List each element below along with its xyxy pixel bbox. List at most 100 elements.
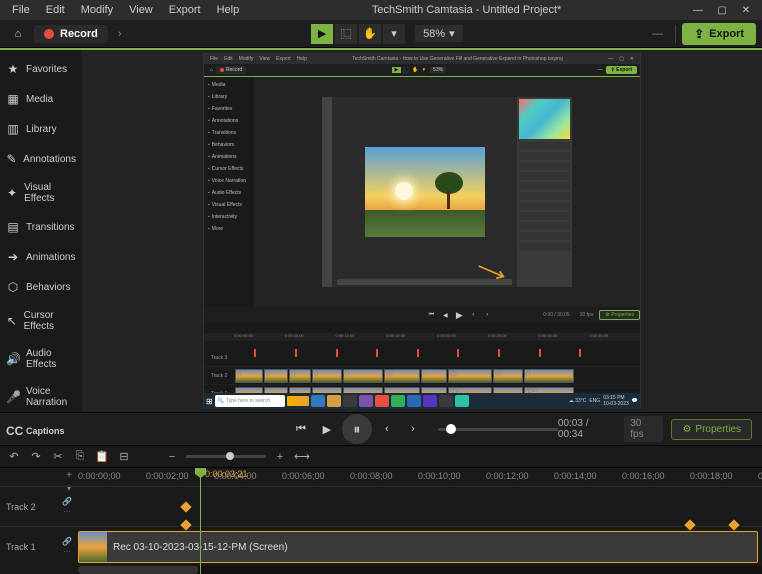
nested-playback: ⏮◀▶‹› 0:00 / 30:05 30 fps ⚙ Properties xyxy=(204,307,640,323)
edit-tool[interactable]: ▶ xyxy=(311,24,333,44)
library-icon: ▥ xyxy=(6,122,20,136)
top-toolbar: ⌂ Record › ▶ ⿺ ✋ ▾ 58%▾ — ⇪ Export xyxy=(0,20,762,48)
track-1-menu[interactable]: ⋯ xyxy=(63,547,71,556)
sidebar-voice-narration[interactable]: 🎤Voice Narration xyxy=(0,378,82,416)
record-icon xyxy=(44,29,54,39)
detach-canvas[interactable]: — xyxy=(646,28,669,40)
hex-icon: ⬡ xyxy=(6,280,20,294)
home-button[interactable]: ⌂ xyxy=(6,24,30,44)
zoom-level[interactable]: 58%▾ xyxy=(415,25,463,42)
pause-button[interactable]: ⏸ xyxy=(342,414,372,444)
record-button[interactable]: Record xyxy=(34,25,108,43)
nested-canvas xyxy=(254,77,640,307)
pencil-icon: ✎ xyxy=(6,152,17,166)
nested-titlebar: FileEditModifyViewExportHelp TechSmith C… xyxy=(204,54,640,64)
tool-dropdown[interactable]: ▾ xyxy=(383,24,405,44)
menu-file[interactable]: File xyxy=(4,2,38,18)
time-display: 00:03 / 00:34 xyxy=(558,418,616,440)
seek-knob[interactable] xyxy=(446,424,456,434)
timeline-toolbar: ↶ ↷ ✂ ⎘ 📋 ⊟ − + ⟷ xyxy=(0,446,762,468)
sidebar-behaviors[interactable]: ⬡Behaviors xyxy=(0,272,82,302)
split-button[interactable]: ⊟ xyxy=(116,449,132,465)
nested-windows-taskbar: ⊞ 🔍Type here to search ☁ 33°C ENG 03:15 … xyxy=(204,393,640,409)
clip-thumbnail xyxy=(79,532,107,562)
menu-modify[interactable]: Modify xyxy=(73,2,121,18)
track-2-link[interactable]: 🔗 xyxy=(62,497,72,506)
cut-button[interactable]: ✂ xyxy=(50,449,66,465)
nested-timeline: 0:00:00:000:00:05:000:00:10:00 0:00:15:0… xyxy=(204,333,640,393)
gear-icon: ⚙ xyxy=(682,424,691,435)
step-back-button[interactable]: ▶ xyxy=(316,418,338,440)
paste-button[interactable]: 📋 xyxy=(94,449,110,465)
playhead-time: 0:00:03;21 xyxy=(205,469,248,479)
menu-export[interactable]: Export xyxy=(161,2,209,18)
sidebar-annotations[interactable]: ✎Annotations xyxy=(0,144,82,174)
close-button[interactable]: ✕ xyxy=(734,2,758,18)
star-icon: ★ xyxy=(6,62,20,76)
export-button[interactable]: ⇪ Export xyxy=(682,23,756,45)
titlebar: File Edit Modify View Export Help TechSm… xyxy=(0,0,762,20)
nested-screenshot: FileEditModifyViewExportHelp TechSmith C… xyxy=(203,53,641,409)
media-icon: ▦ xyxy=(6,92,20,106)
main-area: ★Favorites ▦Media ▥Library ✎Annotations … xyxy=(0,50,762,412)
timeline-ruler[interactable]: 0:00:00;000:00:02;000:00:04;000:00:06;00… xyxy=(0,468,762,486)
track-1-row: Track 1 🔗⋯ Rec 03-10-2023-03-15-12-PM (S… xyxy=(0,526,762,566)
arrow-icon: ➔ xyxy=(6,250,20,264)
sidebar: ★Favorites ▦Media ▥Library ✎Annotations … xyxy=(0,50,82,412)
photoshop-window xyxy=(322,97,572,287)
sidebar-cursor-effects[interactable]: ↖Cursor Effects xyxy=(0,302,82,340)
prev-clip-button[interactable]: ⏮ xyxy=(290,418,312,440)
window-title: TechSmith Camtasia - Untitled Project* xyxy=(247,4,686,16)
sidebar-captions[interactable]: CCCaptions xyxy=(0,416,82,446)
timeline-scrollbar[interactable] xyxy=(78,566,762,574)
sidebar-library[interactable]: ▥Library xyxy=(0,114,82,144)
export-label: Export xyxy=(709,28,744,40)
record-dropdown[interactable]: › xyxy=(112,28,128,40)
zoom-fit-button[interactable]: ⟷ xyxy=(294,449,310,465)
timeline-zoom-slider[interactable] xyxy=(186,455,266,458)
menu-edit[interactable]: Edit xyxy=(38,2,73,18)
track-1-header[interactable]: Track 1 xyxy=(0,542,58,552)
sidebar-media[interactable]: ▦Media xyxy=(0,84,82,114)
prev-frame-button[interactable]: ‹ xyxy=(376,418,398,440)
sidebar-transitions[interactable]: ▤Transitions xyxy=(0,212,82,242)
redo-button[interactable]: ↷ xyxy=(28,449,44,465)
canvas[interactable]: FileEditModifyViewExportHelp TechSmith C… xyxy=(82,50,762,412)
sidebar-animations[interactable]: ➔Animations xyxy=(0,242,82,272)
undo-button[interactable]: ↶ xyxy=(6,449,22,465)
sparkle-icon: ✦ xyxy=(6,186,18,200)
zoom-out-button[interactable]: − xyxy=(164,449,180,465)
scrollbar-thumb[interactable] xyxy=(78,566,198,574)
track-2-body[interactable] xyxy=(76,487,762,526)
copy-button[interactable]: ⎘ xyxy=(72,449,88,465)
record-label: Record xyxy=(60,28,98,40)
properties-button[interactable]: ⚙Properties xyxy=(671,419,752,440)
track-1-link[interactable]: 🔗 xyxy=(62,537,72,546)
track-2-header[interactable]: Track 2 xyxy=(0,502,58,512)
divider xyxy=(675,25,676,43)
zoom-in-button[interactable]: + xyxy=(272,449,288,465)
sidebar-visual-effects[interactable]: ✦Visual Effects xyxy=(0,174,82,212)
keyframe[interactable] xyxy=(180,501,191,512)
pan-tool[interactable]: ✋ xyxy=(359,24,381,44)
seek-slider[interactable] xyxy=(438,428,558,431)
track-1-body[interactable]: Rec 03-10-2023-03-15-12-PM (Screen) xyxy=(76,527,762,566)
track-2-row: Track 2 🔗⋯ xyxy=(0,486,762,526)
clip-screen-recording[interactable]: Rec 03-10-2023-03-15-12-PM (Screen) xyxy=(78,531,758,563)
next-frame-button[interactable]: › xyxy=(402,418,424,440)
menu-view[interactable]: View xyxy=(121,2,161,18)
zoom-knob[interactable] xyxy=(226,452,234,460)
sidebar-favorites[interactable]: ★Favorites xyxy=(0,54,82,84)
cc-icon: CC xyxy=(6,424,20,438)
playback-bar: ⏮ ▶ ⏸ ‹ › 00:03 / 00:34 30 fps ⚙Properti… xyxy=(0,412,762,446)
transitions-icon: ▤ xyxy=(6,220,20,234)
playhead[interactable] xyxy=(200,468,201,574)
speaker-icon: 🔊 xyxy=(6,352,20,366)
fps-display[interactable]: 30 fps xyxy=(624,416,663,442)
sidebar-audio-effects[interactable]: 🔊Audio Effects xyxy=(0,340,82,378)
minimize-button[interactable]: — xyxy=(686,2,710,18)
crop-tool[interactable]: ⿺ xyxy=(335,24,357,44)
menu-help[interactable]: Help xyxy=(209,2,248,18)
track-2-menu[interactable]: ⋯ xyxy=(63,507,71,516)
maximize-button[interactable]: ▢ xyxy=(710,2,734,18)
